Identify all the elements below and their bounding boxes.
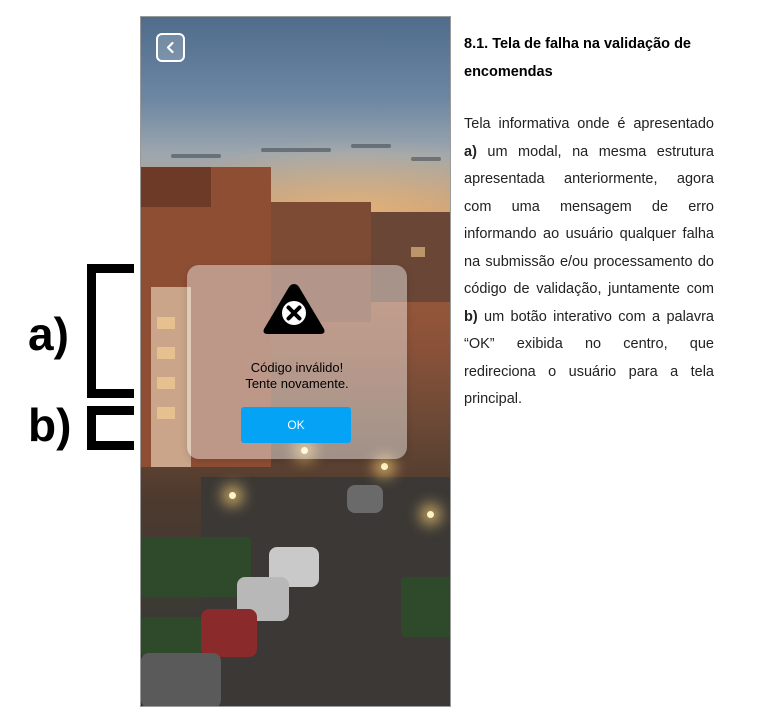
background-lawn (141, 617, 201, 657)
background-car (141, 653, 221, 706)
annotation-bracket-b (87, 406, 134, 450)
section-body: Tela informativa onde é apresentado a) u… (464, 111, 714, 414)
background-lawn (141, 537, 251, 597)
background-car (347, 485, 383, 513)
phone-screen: Código inválido! Tente novamente. OK (140, 16, 451, 707)
body-text: Tela informativa onde é apresentado (464, 116, 714, 132)
annotation-bracket-a (87, 264, 134, 398)
section-title: 8.1. Tela de falha na validação de encom… (464, 36, 691, 80)
background-roof (141, 167, 211, 207)
chevron-left-icon (166, 41, 174, 54)
background-window (157, 407, 175, 419)
background-window (157, 347, 175, 359)
background-street-lamp (381, 463, 388, 470)
body-text: um botão interativo com a palavra “OK” e… (464, 308, 714, 408)
error-message-line1: Código inválido! (250, 360, 344, 375)
error-modal: Código inválido! Tente novamente. OK (187, 265, 407, 459)
background-cloud (351, 144, 391, 148)
ref-b: b) (464, 308, 478, 325)
background-window (157, 317, 175, 329)
background-cloud (261, 148, 331, 152)
background-street-lamp (427, 511, 434, 518)
background-cloud (171, 154, 221, 158)
annotation-label-a: a) (28, 308, 69, 360)
annotation-label-b: b) (28, 399, 72, 451)
back-button[interactable] (156, 33, 185, 62)
background-window (411, 247, 425, 257)
background-street-lamp (229, 492, 236, 499)
background-car (201, 609, 257, 657)
error-message-line2: Tente novamente. (245, 376, 349, 391)
body-text: um modal, na mesma estrutura apresentada… (464, 143, 714, 298)
background-cloud (411, 157, 441, 161)
background-lawn (401, 577, 450, 637)
error-message: Código inválido! Tente novamente. (187, 360, 407, 392)
error-x-triangle-icon (263, 284, 325, 334)
ref-a: a) (464, 143, 477, 160)
background-window (157, 377, 175, 389)
ok-button[interactable]: OK (241, 407, 351, 443)
